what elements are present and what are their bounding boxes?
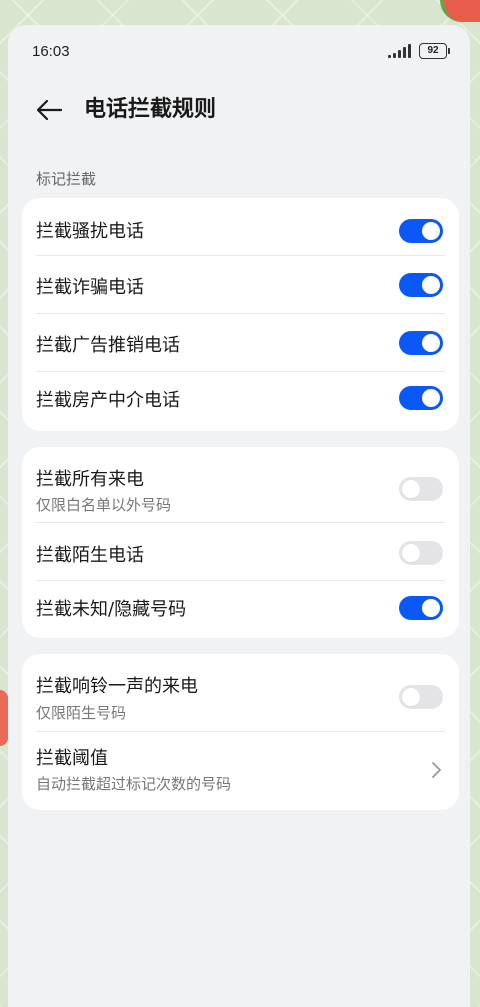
other-block-card: 拦截响铃一声的来电 仅限陌生号码 拦截阈值 自动拦截超过标记次数的号码 [22, 654, 459, 810]
row-block-harassment[interactable]: 拦截骚扰电话 [22, 198, 459, 256]
call-block-card: 拦截所有来电 仅限白名单以外号码 拦截陌生电话 拦截未知/隐藏号码 [22, 447, 459, 638]
row-subtitle: 仅限陌生号码 [36, 704, 127, 722]
marked-block-card: 拦截骚扰电话 拦截诈骗电话 拦截广告推销电话 拦截房产中介电话 [22, 198, 459, 431]
watermelon-decoration-left [0, 690, 8, 746]
toggle-switch[interactable] [399, 541, 443, 565]
row-subtitle: 仅限白名单以外号码 [36, 496, 172, 514]
row-title: 拦截陌生电话 [36, 545, 144, 566]
row-block-all-calls[interactable]: 拦截所有来电 仅限白名单以外号码 [22, 447, 459, 523]
toggle-switch[interactable] [399, 331, 443, 355]
page-title: 电话拦截规则 [84, 97, 217, 122]
toggle-switch[interactable] [399, 685, 443, 709]
row-block-threshold[interactable]: 拦截阈值 自动拦截超过标记次数的号码 [22, 732, 459, 810]
section-label: 标记拦截 [36, 170, 97, 188]
row-title: 拦截房产中介电话 [36, 390, 180, 411]
back-arrow-icon[interactable] [34, 95, 64, 125]
toggle-switch[interactable] [399, 596, 443, 620]
row-title: 拦截广告推销电话 [36, 335, 180, 356]
phone-screen: 16:03 92 电话拦截规则 标记拦截 拦截骚扰电话 拦截诈骗电话 拦截广告推… [8, 25, 470, 1007]
chevron-right-icon [429, 760, 443, 780]
toggle-switch[interactable] [399, 219, 443, 243]
row-block-fraud[interactable]: 拦截诈骗电话 [22, 256, 459, 314]
row-title: 拦截诈骗电话 [36, 277, 144, 298]
toggle-switch[interactable] [399, 477, 443, 501]
toggle-switch[interactable] [399, 386, 443, 410]
battery-icon: 92 [419, 43, 450, 59]
row-block-strangers[interactable]: 拦截陌生电话 [22, 523, 459, 581]
row-title: 拦截未知/隐藏号码 [36, 599, 187, 620]
row-title: 拦截骚扰电话 [36, 221, 144, 242]
status-time: 16:03 [32, 43, 70, 60]
status-bar: 16:03 92 [8, 25, 470, 77]
row-title: 拦截阈值 [36, 748, 108, 769]
header: 电话拦截规则 [8, 85, 470, 133]
battery-level: 92 [427, 45, 439, 56]
row-block-one-ring[interactable]: 拦截响铃一声的来电 仅限陌生号码 [22, 654, 459, 732]
row-block-unknown[interactable]: 拦截未知/隐藏号码 [22, 581, 459, 638]
toggle-switch[interactable] [399, 273, 443, 297]
row-subtitle: 自动拦截超过标记次数的号码 [36, 775, 232, 793]
row-block-realestate[interactable]: 拦截房产中介电话 [22, 372, 459, 431]
row-block-ads[interactable]: 拦截广告推销电话 [22, 314, 459, 372]
row-title: 拦截响铃一声的来电 [36, 676, 198, 697]
row-title: 拦截所有来电 [36, 469, 144, 490]
signal-icon [388, 44, 414, 58]
